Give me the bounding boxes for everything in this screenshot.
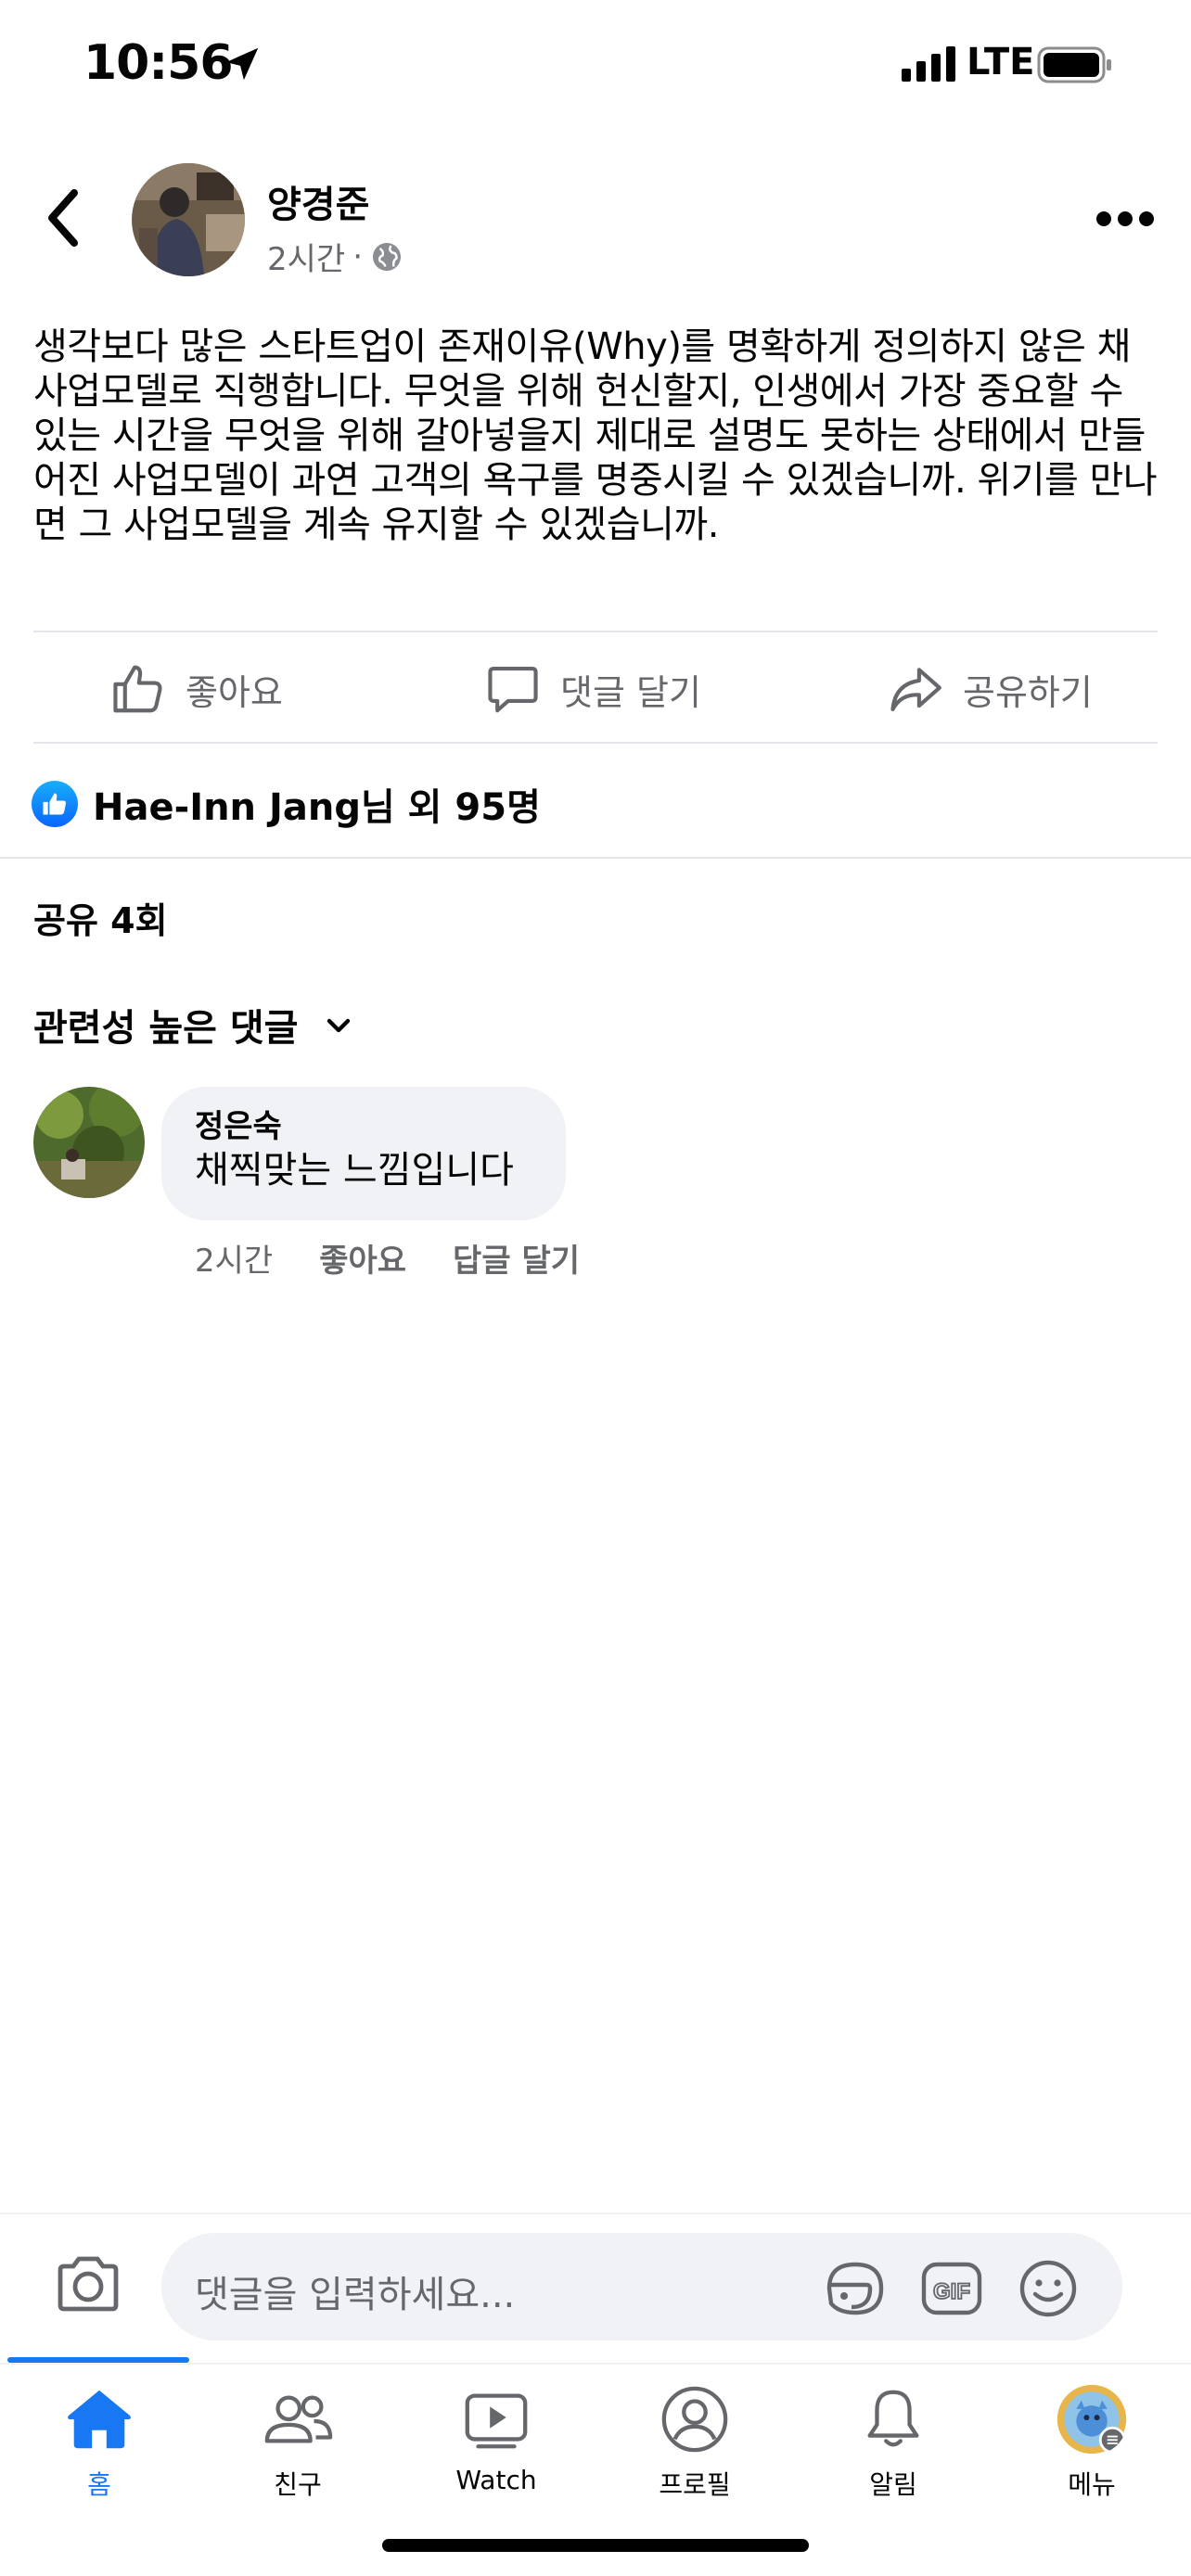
- like-reaction-icon: [32, 781, 78, 827]
- emoji-icon[interactable]: [1015, 2255, 1082, 2322]
- share-icon: [890, 668, 941, 712]
- reaction-user: Hae-Inn Jang: [93, 786, 361, 829]
- comment-input[interactable]: 댓글을 입력하세요... GIF: [161, 2233, 1122, 2340]
- comment-text: 채찍맞는 느낌입니다: [195, 1149, 514, 1192]
- commenter-avatar[interactable]: [33, 1087, 145, 1198]
- globe-icon: [373, 242, 402, 271]
- camera-icon[interactable]: [50, 2248, 126, 2322]
- tab-menu[interactable]: 메뉴: [992, 2383, 1191, 2522]
- share-label: 공유하기: [963, 671, 1093, 713]
- watch-icon: [465, 2393, 528, 2449]
- back-button[interactable]: [41, 185, 87, 250]
- reaction-suffix: 님 외 95명: [360, 786, 541, 829]
- tab-label-menu: 메뉴: [1068, 2469, 1116, 2500]
- signal-icon: [902, 46, 955, 82]
- svg-text:GIF: GIF: [933, 2279, 970, 2304]
- like-button[interactable]: 좋아요: [109, 636, 283, 742]
- author-name[interactable]: 양경준: [267, 174, 369, 228]
- section-divider: [0, 857, 1191, 859]
- comment-reply-button[interactable]: 답글 달기: [453, 1235, 580, 1281]
- battery-icon: [1037, 46, 1111, 83]
- divider: [33, 742, 1158, 744]
- bell-icon: [867, 2390, 919, 2447]
- like-label: 좋아요: [186, 671, 283, 713]
- tab-friends[interactable]: 친구: [198, 2383, 397, 2522]
- network-type: LTE: [967, 41, 1035, 83]
- comment-icon: [488, 666, 538, 713]
- tab-watch[interactable]: Watch: [397, 2383, 596, 2522]
- tab-label-profile: 프로필: [659, 2469, 731, 2500]
- tab-label-watch: Watch: [455, 2465, 537, 2495]
- tab-label-notifications: 알림: [869, 2469, 917, 2500]
- gif-icon[interactable]: GIF: [918, 2255, 985, 2322]
- tab-label-friends: 친구: [274, 2469, 322, 2500]
- comment-input-placeholder: 댓글을 입력하세요...: [195, 2274, 516, 2316]
- divider: [33, 631, 1158, 632]
- tab-profile[interactable]: 프로필: [596, 2383, 794, 2522]
- author-avatar[interactable]: [132, 163, 245, 276]
- comment-time: 2시간: [195, 1243, 274, 1280]
- comment-label: 댓글 달기: [560, 671, 701, 713]
- share-count[interactable]: 공유 4회: [33, 892, 168, 943]
- profile-icon: [661, 2386, 728, 2453]
- comment-like-button[interactable]: 좋아요: [319, 1235, 406, 1281]
- sort-label: 관련성 높은 댓글: [33, 1007, 299, 1050]
- post-time: 2시간: [267, 241, 346, 278]
- status-time: 10:56: [83, 35, 234, 91]
- post-actions: 좋아요 댓글 달기 공유하기: [0, 636, 1191, 742]
- comment-sort-dropdown[interactable]: 관련성 높은 댓글: [33, 998, 357, 1052]
- comment-actions: 2시간 좋아요 답글 달기: [195, 1235, 580, 1281]
- thumbs-up-icon: [113, 665, 162, 713]
- location-arrow-icon: [225, 47, 259, 81]
- tab-home[interactable]: 홈: [0, 2383, 198, 2522]
- comment-author[interactable]: 정은숙: [195, 1107, 532, 1146]
- home-indicator: [382, 2539, 809, 2552]
- friends-icon: [264, 2395, 333, 2443]
- home-icon: [68, 2390, 131, 2449]
- post-body: 생각보다 많은 스타트업이 존재이유(Why)를 명확하게 정의하지 않은 채 …: [33, 325, 1158, 546]
- chevron-down-icon: [327, 1018, 351, 1033]
- more-options-icon[interactable]: [1095, 200, 1156, 237]
- tab-notifications[interactable]: 알림: [794, 2383, 992, 2522]
- post-meta: 2시간 ·: [267, 234, 403, 279]
- comment-composer: 댓글을 입력하세요... GIF: [0, 2213, 1191, 2361]
- share-button[interactable]: 공유하기: [887, 636, 1093, 742]
- comment-bubble[interactable]: 정은숙 채찍맞는 느낌입니다: [161, 1087, 566, 1220]
- status-bar: 10:56 LTE: [0, 0, 1191, 130]
- menu-avatar-icon: [1057, 2384, 1127, 2455]
- comment-button[interactable]: 댓글 달기: [484, 636, 701, 742]
- avatar-sticker-icon[interactable]: [822, 2255, 889, 2322]
- reactions-summary[interactable]: Hae-Inn Jang님 외 95명: [32, 777, 541, 831]
- tab-label-home: 홈: [87, 2469, 111, 2500]
- meta-separator: ·: [352, 237, 364, 275]
